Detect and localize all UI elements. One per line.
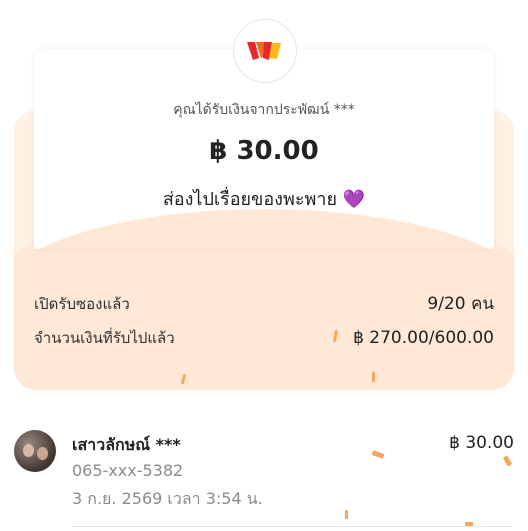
receiver-time: 3 ก.ย. 2569 เวลา 3:54 น. bbox=[72, 489, 263, 508]
opened-count-row: เปิดรับซองแล้ว 9/20 คน bbox=[34, 290, 494, 317]
received-value: ฿ 270.00/600.00 bbox=[353, 328, 494, 348]
message-text: ส่องไปเรื่อยของพะพาย bbox=[162, 189, 338, 210]
avatar bbox=[14, 430, 56, 472]
purple-heart-icon: 💜 bbox=[342, 189, 366, 210]
envelope-message: ส่องไปเรื่อยของพะพาย 💜 bbox=[34, 184, 494, 213]
envelope-amount: ฿ 30.00 bbox=[209, 136, 319, 166]
receiver-amount: ฿ 30.00 bbox=[449, 433, 514, 453]
opened-label: เปิดรับซองแล้ว bbox=[34, 294, 130, 313]
receiver-phone: 065-xxx-5382 bbox=[72, 461, 184, 480]
letter-curve bbox=[34, 209, 494, 249]
brand-logo bbox=[233, 19, 297, 83]
sender-text: คุณได้รับเงินจากประพัฒน์ *** bbox=[173, 102, 355, 118]
confetti-piece bbox=[372, 372, 375, 382]
opened-value: 9/20 คน bbox=[427, 294, 494, 314]
divider bbox=[72, 526, 512, 527]
received-label: จำนวนเงินที่รับไปแล้ว bbox=[34, 329, 175, 347]
received-amount-row: จำนวนเงินที่รับไปแล้ว ฿ 270.00/600.00 bbox=[34, 326, 494, 350]
receiver-list-item: เสาวลักษณ์ *** ฿ 30.00 065-xxx-5382 3 ก.… bbox=[14, 430, 514, 520]
brand-w-logo-icon bbox=[247, 42, 281, 60]
receiver-name: เสาวลักษณ์ *** bbox=[72, 435, 181, 454]
